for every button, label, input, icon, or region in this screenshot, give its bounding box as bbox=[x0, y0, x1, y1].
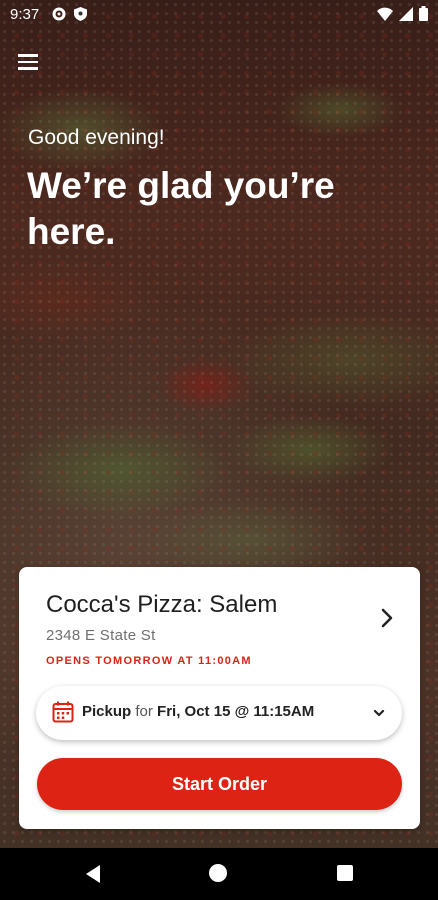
menu-line bbox=[18, 54, 38, 57]
status-icons-left bbox=[52, 7, 87, 21]
shield-icon bbox=[74, 7, 87, 21]
gear-icon bbox=[52, 7, 66, 21]
menu-line bbox=[18, 60, 38, 64]
battery-icon bbox=[419, 6, 428, 21]
pickup-time-selector[interactable]: Pickup for Fri, Oct 15 @ 11:15AM bbox=[36, 686, 402, 740]
status-bar: 9:37 bbox=[0, 0, 438, 30]
store-hours-status: OPENS TOMORROW AT 11:00AM bbox=[46, 655, 252, 667]
headline-text: We’re glad you’re here. bbox=[27, 165, 335, 252]
recents-icon[interactable] bbox=[337, 865, 353, 881]
system-nav-bar bbox=[0, 848, 438, 900]
home-icon[interactable] bbox=[209, 864, 227, 882]
pickup-datetime: Fri, Oct 15 @ 11:15AM bbox=[157, 703, 315, 720]
store-address: 2348 E State St bbox=[46, 627, 156, 644]
signal-icon bbox=[399, 6, 413, 21]
back-icon[interactable] bbox=[84, 864, 102, 884]
store-name[interactable]: Cocca's Pizza: Salem bbox=[46, 591, 277, 619]
greeting-text: Good evening! bbox=[28, 126, 165, 149]
pickup-summary: Pickup for Fri, Oct 15 @ 11:15AM bbox=[82, 703, 314, 720]
calendar-icon bbox=[52, 701, 74, 723]
start-order-button[interactable]: Start Order bbox=[37, 758, 402, 810]
chevron-down-icon bbox=[373, 709, 385, 717]
pickup-connector: for bbox=[135, 703, 153, 720]
wifi-icon bbox=[377, 7, 393, 21]
status-icons-right bbox=[377, 6, 428, 21]
hamburger-menu-icon[interactable] bbox=[14, 50, 42, 74]
chevron-right-icon[interactable] bbox=[376, 605, 398, 631]
menu-line bbox=[18, 67, 38, 70]
status-time: 9:37 bbox=[10, 6, 40, 23]
pickup-mode: Pickup bbox=[82, 703, 132, 720]
store-card: Cocca's Pizza: Salem 2348 E State St OPE… bbox=[19, 567, 420, 829]
